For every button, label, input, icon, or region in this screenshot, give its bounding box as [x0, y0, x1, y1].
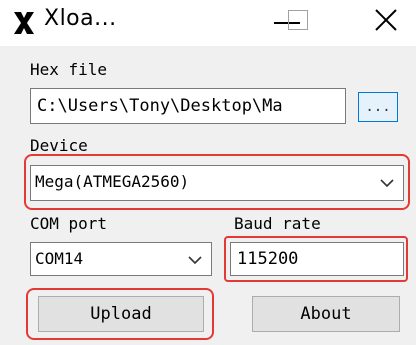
- xloader-x-icon: [14, 12, 34, 34]
- com-port-select[interactable]: COM14: [30, 242, 212, 276]
- baud-rate-label: Baud rate: [234, 214, 321, 233]
- upload-button[interactable]: Upload: [38, 296, 204, 332]
- baud-rate-input[interactable]: 115200: [230, 242, 404, 276]
- maximize-icon: [288, 10, 308, 30]
- close-icon: [375, 9, 397, 31]
- hex-file-input[interactable]: C:\Users\Tony\Desktop\Ma: [30, 88, 346, 124]
- browse-button[interactable]: ...: [358, 92, 398, 122]
- device-selected-value: Mega(ATMEGA2560): [35, 172, 190, 191]
- device-select[interactable]: Mega(ATMEGA2560): [30, 165, 404, 201]
- hex-file-label: Hex file: [30, 60, 108, 79]
- chevron-down-icon: [188, 256, 202, 265]
- close-button[interactable]: [352, 0, 412, 46]
- about-button[interactable]: About: [252, 296, 400, 332]
- chevron-down-icon: [380, 179, 394, 188]
- window-title: Xloa...: [44, 6, 117, 31]
- com-port-selected-value: COM14: [35, 249, 84, 268]
- com-port-label: COM port: [30, 214, 108, 233]
- title-bar: Xloa...: [0, 0, 416, 46]
- device-label: Device: [30, 136, 88, 155]
- maximize-button[interactable]: [268, 0, 328, 46]
